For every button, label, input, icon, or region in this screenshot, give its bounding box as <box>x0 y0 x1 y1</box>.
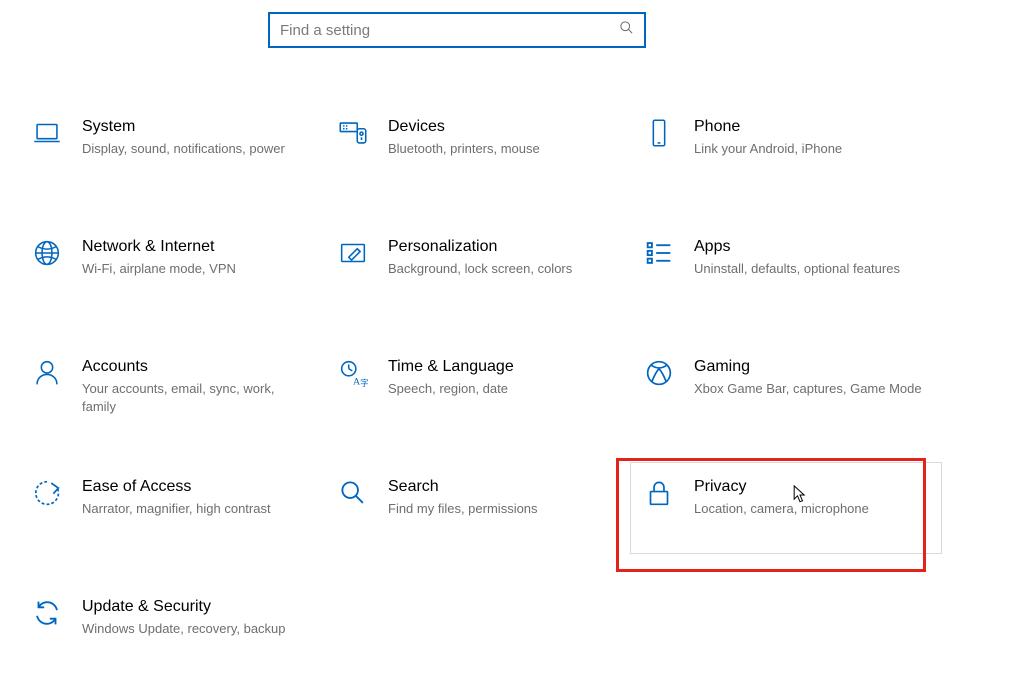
tile-title: Privacy <box>694 476 869 498</box>
tile-desc: Background, lock screen, colors <box>388 260 572 278</box>
tile-title: System <box>82 116 285 138</box>
tile-system[interactable]: System Display, sound, notifications, po… <box>24 116 324 186</box>
tile-search[interactable]: Search Find my files, permissions <box>330 476 630 546</box>
tile-desc: Your accounts, email, sync, work, family <box>82 380 310 416</box>
tile-update-security[interactable]: Update & Security Windows Update, recove… <box>24 596 324 666</box>
tile-time-language[interactable]: A 字 Time & Language Speech, region, date <box>330 356 630 426</box>
tile-desc: Wi-Fi, airplane mode, VPN <box>82 260 236 278</box>
tile-desc: Bluetooth, printers, mouse <box>388 140 540 158</box>
tile-desc: Windows Update, recovery, backup <box>82 620 286 638</box>
tile-privacy[interactable]: Privacy Location, camera, microphone <box>636 476 936 546</box>
settings-grid: System Display, sound, notifications, po… <box>0 48 1017 666</box>
tile-desc: Find my files, permissions <box>388 500 538 518</box>
tile-personalization[interactable]: Personalization Background, lock screen,… <box>330 236 630 306</box>
tile-desc: Speech, region, date <box>388 380 514 398</box>
tile-accounts[interactable]: Accounts Your accounts, email, sync, wor… <box>24 356 324 426</box>
globe-icon <box>28 234 66 272</box>
tile-title: Phone <box>694 116 842 138</box>
tile-desc: Xbox Game Bar, captures, Game Mode <box>694 380 922 398</box>
xbox-icon <box>640 354 678 392</box>
apps-list-icon <box>640 234 678 272</box>
tile-desc: Link your Android, iPhone <box>694 140 842 158</box>
tile-ease-of-access[interactable]: Ease of Access Narrator, magnifier, high… <box>24 476 324 546</box>
tile-apps[interactable]: Apps Uninstall, defaults, optional featu… <box>636 236 936 306</box>
search-input[interactable] <box>280 22 619 39</box>
tile-desc: Location, camera, microphone <box>694 500 869 518</box>
update-icon <box>28 594 66 632</box>
tile-title: Accounts <box>82 356 310 378</box>
tile-devices[interactable]: Devices Bluetooth, printers, mouse <box>330 116 630 186</box>
laptop-icon <box>28 114 66 152</box>
lock-icon <box>640 474 678 512</box>
tile-title: Search <box>388 476 538 498</box>
tile-title: Apps <box>694 236 900 258</box>
pen-icon <box>334 234 372 272</box>
devices-icon <box>334 114 372 152</box>
search-box[interactable] <box>268 12 646 48</box>
tile-title: Devices <box>388 116 540 138</box>
tile-title: Gaming <box>694 356 922 378</box>
tile-desc: Uninstall, defaults, optional features <box>694 260 900 278</box>
tile-title: Time & Language <box>388 356 514 378</box>
tile-network[interactable]: Network & Internet Wi-Fi, airplane mode,… <box>24 236 324 306</box>
tile-title: Network & Internet <box>82 236 236 258</box>
svg-text:字: 字 <box>360 378 369 388</box>
ease-icon <box>28 474 66 512</box>
search-icon <box>334 474 372 512</box>
tile-gaming[interactable]: Gaming Xbox Game Bar, captures, Game Mod… <box>636 356 936 426</box>
tile-desc: Display, sound, notifications, power <box>82 140 285 158</box>
tile-title: Personalization <box>388 236 572 258</box>
tile-title: Update & Security <box>82 596 286 618</box>
tile-title: Ease of Access <box>82 476 271 498</box>
search-icon <box>619 20 634 40</box>
time-language-icon: A 字 <box>334 354 372 392</box>
person-icon <box>28 354 66 392</box>
tile-phone[interactable]: Phone Link your Android, iPhone <box>636 116 936 186</box>
phone-icon <box>640 114 678 152</box>
tile-desc: Narrator, magnifier, high contrast <box>82 500 271 518</box>
